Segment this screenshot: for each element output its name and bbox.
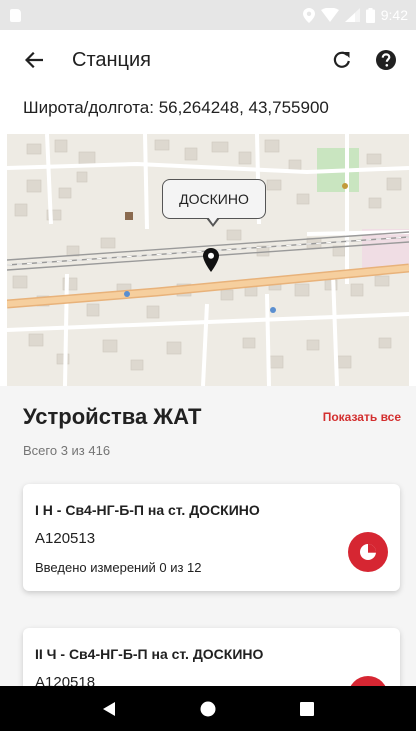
page-title: Станция [72, 48, 152, 71]
callout-tail-inner [208, 217, 218, 224]
square-recents-icon [299, 701, 314, 716]
status-bar: 9:42 [0, 0, 416, 30]
nav-back-button[interactable] [89, 689, 129, 729]
show-all-link[interactable]: Показать все [323, 410, 401, 424]
status-time: 9:42 [380, 7, 408, 23]
refresh-button[interactable] [320, 38, 364, 82]
device-card[interactable]: I Н - Св4-НГ-Б-П на ст. ДОСКИНО А120513 … [23, 484, 400, 591]
device-measurements: Введено измерений 0 из 12 [35, 560, 202, 575]
help-circle-icon [376, 50, 396, 70]
station-map[interactable]: ДОСКИНО [7, 134, 409, 386]
devices-title: Устройства ЖАТ [23, 404, 202, 429]
help-button[interactable] [364, 38, 408, 82]
map-station-callout: ДОСКИНО [162, 179, 266, 219]
map-pin-icon[interactable] [203, 248, 219, 272]
app-bar-actions [320, 38, 408, 82]
status-right: 9:42 [302, 7, 408, 23]
battery-icon [365, 7, 375, 23]
app-bar: Станция [0, 30, 416, 90]
system-nav-bar [0, 686, 416, 731]
nav-home-button[interactable] [188, 689, 228, 729]
device-measure-button[interactable] [348, 532, 388, 572]
arrow-left-icon [25, 52, 43, 68]
nav-recents-button[interactable] [287, 689, 327, 729]
device-title: II Ч - Св4-НГ-Б-П на ст. ДОСКИНО [35, 646, 264, 662]
status-left [10, 8, 21, 22]
device-code: А120513 [35, 530, 96, 547]
devices-section: Устройства ЖАТ Показать все Всего 3 из 4… [0, 386, 416, 718]
wifi-icon [320, 8, 339, 22]
signal-icon [344, 8, 360, 22]
coordinates-label: Широта/долгота: 56,264248, 43,755900 [23, 98, 329, 117]
circle-home-icon [200, 701, 216, 716]
triangle-back-icon [103, 701, 116, 716]
location-icon [302, 7, 315, 23]
back-button[interactable] [6, 32, 62, 88]
pie-chart-icon [360, 544, 376, 560]
devices-count: Всего 3 из 416 [23, 443, 111, 458]
refresh-icon [333, 51, 350, 68]
sim-card-icon [10, 8, 21, 22]
device-title: I Н - Св4-НГ-Б-П на ст. ДОСКИНО [35, 502, 260, 518]
